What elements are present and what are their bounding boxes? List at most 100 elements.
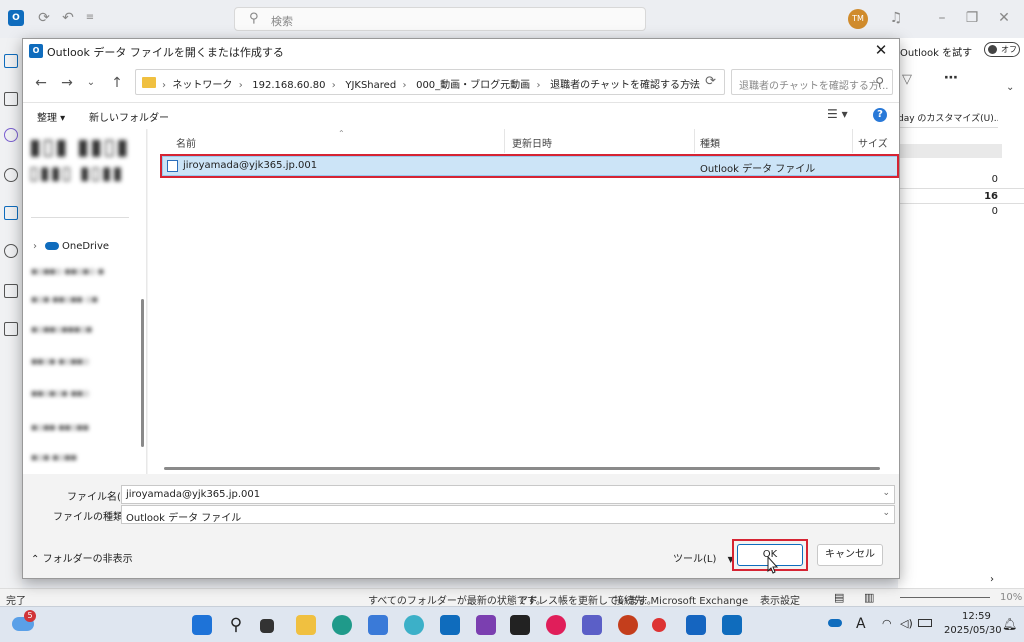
slack-icon[interactable]: [546, 615, 566, 635]
search-icon[interactable]: ⚲: [226, 615, 246, 635]
help-icon[interactable]: ?: [873, 108, 887, 122]
snipping-tool-icon[interactable]: [652, 618, 666, 632]
column-separator[interactable]: [852, 129, 853, 153]
refresh-icon[interactable]: ⟳: [36, 10, 52, 26]
hide-folders-button[interactable]: ⌃ フォルダーの非表示: [31, 550, 133, 565]
cancel-button[interactable]: キャンセル: [817, 544, 883, 566]
onenote-icon[interactable]: [476, 615, 496, 635]
close-icon[interactable]: ✕: [871, 40, 891, 60]
column-header-date[interactable]: 更新日時: [512, 135, 552, 150]
breadcrumb-item[interactable]: 192.168.60.80: [252, 80, 325, 91]
edge-icon[interactable]: [332, 615, 352, 635]
close-icon[interactable]: ✕: [996, 10, 1012, 26]
avatar[interactable]: TM: [848, 9, 868, 29]
new-outlook-toggle[interactable]: オフ: [984, 42, 1020, 57]
new-folder-button[interactable]: 新しいフォルダー: [89, 109, 169, 124]
people-icon[interactable]: [4, 168, 18, 182]
organize-button[interactable]: 整理 ▾: [37, 109, 65, 124]
copilot-icon[interactable]: [4, 128, 18, 142]
restore-icon[interactable]: ❐: [964, 10, 980, 26]
filetype-select[interactable]: Outlook データ ファイル ⌄: [121, 505, 895, 524]
open-data-file-dialog: O Outlook データ ファイルを開くまたは作成する ✕ ← → ⌄ ↑ ›…: [22, 38, 900, 579]
blurred-nav-item[interactable]: ▪▫▪▪ ▪▪▫▪▪: [31, 423, 89, 433]
view-options-icon[interactable]: ☰ ▾: [827, 107, 848, 121]
outlook-active-icon[interactable]: [722, 615, 742, 635]
reading-view-icon[interactable]: ▥: [864, 591, 874, 604]
nav-scrollbar[interactable]: [141, 299, 144, 447]
volume-icon[interactable]: ◁): [900, 617, 913, 630]
horizontal-scrollbar[interactable]: [164, 467, 880, 470]
mail-icon[interactable]: [4, 54, 18, 68]
task-view-icon[interactable]: [260, 619, 274, 633]
notification-bell-icon[interactable]: 🔔︎: [1002, 617, 1017, 631]
battery-icon[interactable]: [918, 619, 932, 627]
bell-icon[interactable]: ♫: [888, 10, 904, 26]
store-icon[interactable]: [368, 615, 388, 635]
blurred-nav-item[interactable]: ▪▫▪▪▫ ▪▪▫▪▫ ▪: [31, 267, 104, 277]
file-list: ⌃ 名前 更新日時 種類 サイズ jiroyamada@yjk365.jp.00…: [148, 129, 899, 474]
outlook-taskbar-icon[interactable]: [440, 615, 460, 635]
address-bar[interactable]: › ネットワーク › 192.168.60.80 › YJKShared › 0…: [135, 69, 725, 95]
file-explorer-icon[interactable]: [296, 615, 316, 635]
breadcrumb-item[interactable]: YJKShared: [345, 80, 396, 91]
onedrive-tray-icon[interactable]: [828, 619, 842, 627]
column-separator[interactable]: [694, 129, 695, 153]
blurred-nav-item[interactable]: ▪▪▫▪ ▪▫▪▪▫: [31, 357, 89, 367]
start-icon[interactable]: [192, 615, 212, 635]
todo-icon[interactable]: [4, 206, 18, 220]
tools-button[interactable]: ツール(L) ▼: [673, 550, 734, 565]
breadcrumb-item[interactable]: 000_動画・ブログ元動画: [416, 80, 530, 91]
column-header-size[interactable]: サイズ: [858, 135, 888, 150]
more-options-icon[interactable]: ⋯: [944, 70, 958, 86]
chevron-down-icon[interactable]: ⌄: [882, 488, 890, 498]
ime-indicator[interactable]: A: [856, 616, 866, 632]
column-separator[interactable]: [504, 129, 505, 153]
blurred-nav-item[interactable]: ▪▫▪ ▪▪▫▪▪ ▫▪: [31, 295, 98, 305]
column-header-name[interactable]: 名前: [176, 135, 196, 150]
outlook-search-box[interactable]: ⚲ 検索: [234, 7, 646, 31]
up-icon[interactable]: ↑: [107, 73, 127, 93]
zoom-slider[interactable]: [900, 597, 990, 598]
breadcrumb-item[interactable]: ネットワーク: [172, 80, 232, 91]
column-header-type[interactable]: 種類: [700, 135, 720, 150]
back-icon[interactable]: ←: [31, 73, 51, 93]
folder-search-box[interactable]: 退職者のチャットを確認する方... ⚲: [731, 69, 893, 95]
clock-time[interactable]: 12:59: [962, 611, 991, 622]
filename-input[interactable]: jiroyamada@yjk365.jp.001 ⌄: [121, 485, 895, 504]
hide-folders-label: フォルダーの非表示: [42, 554, 133, 565]
display-settings-button[interactable]: 表示設定: [760, 592, 800, 607]
blurred-nav-item[interactable]: ▮▯▮ ▮▮▯▮: [29, 135, 129, 160]
video-icon[interactable]: [686, 615, 706, 635]
normal-view-icon[interactable]: ▤: [834, 591, 844, 604]
blurred-nav-item[interactable]: ▪▪▫▪▫▪ ▪▪▫: [31, 389, 89, 399]
scroll-right-icon[interactable]: ›: [990, 574, 994, 585]
blurred-nav-item[interactable]: ▪▫▪▪▫▪▪▪▫▪: [31, 325, 92, 335]
nav-item-onedrive[interactable]: › OneDrive: [33, 241, 109, 252]
calendar-icon[interactable]: [4, 92, 18, 106]
apps-icon[interactable]: [4, 322, 18, 336]
collapse-ribbon-icon[interactable]: ⌄: [1006, 82, 1014, 93]
clock-date[interactable]: 2025/05/30: [944, 625, 1002, 636]
mouse-cursor: [767, 556, 778, 574]
refresh-icon[interactable]: ⟳: [705, 74, 716, 89]
tasks-icon[interactable]: [4, 284, 18, 298]
blurred-nav-item[interactable]: ▯▮▮▯ ▮▯▮▮: [29, 163, 124, 184]
powerpoint-icon[interactable]: [618, 615, 638, 635]
teams-icon[interactable]: [582, 615, 602, 635]
blurred-nav-item[interactable]: ▪▫▪ ▪▫▪▪: [31, 453, 77, 463]
breadcrumb-item[interactable]: 退職者のチャットを確認する方法: [550, 80, 700, 91]
network-app-icon[interactable]: [404, 615, 424, 635]
undo-icon[interactable]: ↶: [60, 10, 76, 26]
customize-qat-icon[interactable]: ≡: [82, 10, 98, 26]
filter-icon[interactable]: ▽: [902, 72, 912, 87]
recent-locations-icon[interactable]: ⌄: [81, 73, 101, 93]
office-icon[interactable]: [510, 615, 530, 635]
wifi-icon[interactable]: ◠: [882, 617, 892, 630]
groups-icon[interactable]: [4, 244, 18, 258]
address-dropdown-icon[interactable]: ⌄: [687, 75, 696, 88]
outlook-app-icon: O: [8, 10, 24, 26]
forward-icon[interactable]: →: [57, 73, 77, 93]
minimize-icon[interactable]: –: [934, 10, 950, 26]
chevron-down-icon[interactable]: ⌄: [882, 508, 890, 518]
customize-link[interactable]: day のカスタマイズ(U)...: [898, 110, 998, 128]
